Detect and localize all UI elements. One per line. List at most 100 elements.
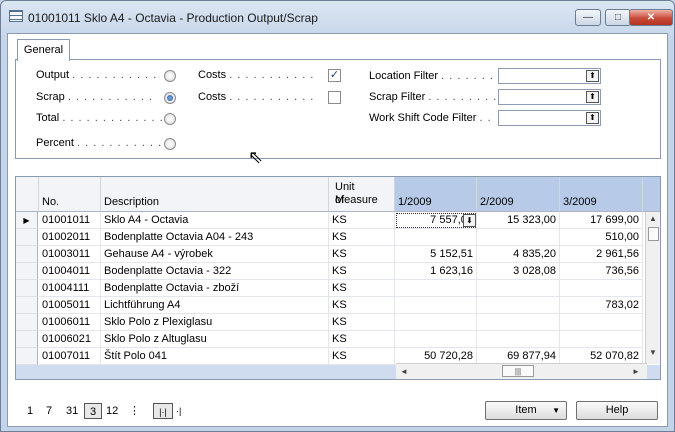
percent-radio[interactable] bbox=[164, 138, 176, 150]
row-selector[interactable] bbox=[16, 246, 38, 263]
drilldown-icon[interactable]: ⬇ bbox=[463, 214, 476, 227]
scrap-radio[interactable] bbox=[164, 92, 176, 104]
cell-desc[interactable]: Sklo Polo z Altuglasu bbox=[101, 331, 329, 348]
close-button[interactable]: ✕ bbox=[629, 9, 673, 26]
maximize-button[interactable]: □ bbox=[605, 9, 631, 26]
row-selector[interactable] bbox=[16, 297, 38, 314]
item-menu-button[interactable]: Item ▼ bbox=[485, 401, 567, 420]
cell-no[interactable]: 01006021 bbox=[39, 331, 101, 348]
cell-p2[interactable] bbox=[477, 229, 560, 246]
cell-desc[interactable]: Bodenplatte Octavia A04 - 243 bbox=[101, 229, 329, 246]
cell-p1[interactable] bbox=[395, 229, 477, 246]
cell-desc[interactable]: Sklo A4 - Octavia bbox=[101, 212, 329, 229]
column-header-period-2[interactable]: 2/2009 bbox=[477, 177, 560, 212]
cell-p1[interactable] bbox=[395, 314, 477, 331]
costs-output-checkbox[interactable]: ✓ bbox=[328, 69, 341, 82]
cell-uom[interactable]: KS bbox=[329, 331, 395, 348]
scroll-right-icon[interactable]: ► bbox=[632, 367, 640, 376]
table-row[interactable]: 01002011 Bodenplatte Octavia A04 - 243 KS 5… bbox=[16, 229, 660, 246]
period-accounting-button[interactable]: ⋮ bbox=[129, 403, 140, 419]
range-bounded-button[interactable]: |·| bbox=[153, 403, 173, 419]
row-selector[interactable] bbox=[16, 331, 38, 348]
cell-p2[interactable]: 15 323,00 bbox=[477, 212, 560, 229]
cell-p2[interactable] bbox=[477, 297, 560, 314]
cell-uom[interactable]: KS bbox=[329, 280, 395, 297]
vertical-scrollbar[interactable]: ▲ ▼ bbox=[645, 212, 660, 364]
cell-p2[interactable]: 4 835,20 bbox=[477, 246, 560, 263]
costs-scrap-checkbox[interactable] bbox=[328, 91, 341, 104]
cell-p2[interactable] bbox=[477, 314, 560, 331]
cell-desc[interactable]: Štít Polo 041 bbox=[101, 348, 329, 365]
scrap-filter-lookup-icon[interactable]: ⬆ bbox=[586, 91, 599, 103]
cell-p1[interactable] bbox=[395, 331, 477, 348]
cell-no[interactable]: 01005011 bbox=[39, 297, 101, 314]
period-year-button[interactable]: 12 bbox=[106, 403, 118, 419]
minimize-button[interactable]: — bbox=[575, 9, 601, 26]
period-week-button[interactable]: 7 bbox=[46, 403, 52, 419]
table-row[interactable]: 01003011 Gehause A4 - výrobek KS 5 152,51 4 … bbox=[16, 246, 660, 263]
row-selector[interactable] bbox=[16, 229, 38, 246]
table-row[interactable]: 01004111 Bodenplatte Octavia - zboží KS bbox=[16, 280, 660, 297]
location-filter-input[interactable]: ⬆ bbox=[498, 68, 601, 84]
table-row[interactable]: 01006021 Sklo Polo z Altuglasu KS bbox=[16, 331, 660, 348]
column-header-period-3[interactable]: 3/2009 bbox=[560, 177, 643, 212]
scroll-up-icon[interactable]: ▲ bbox=[649, 214, 657, 223]
cell-p2[interactable] bbox=[477, 331, 560, 348]
period-month-button[interactable]: 31 bbox=[66, 403, 78, 419]
cell-no[interactable]: 01007011 bbox=[39, 348, 101, 365]
location-filter-lookup-icon[interactable]: ⬆ bbox=[586, 70, 599, 82]
row-selector[interactable] bbox=[16, 280, 38, 297]
cell-p3[interactable] bbox=[560, 280, 643, 297]
cell-uom[interactable]: KS bbox=[329, 246, 395, 263]
cell-p3[interactable]: 736,56 bbox=[560, 263, 643, 280]
cell-no[interactable]: 01003011 bbox=[39, 246, 101, 263]
work-shift-filter-input[interactable]: ⬆ bbox=[498, 110, 601, 126]
table-row[interactable]: 01004011 Bodenplatte Octavia - 322 KS 1 623… bbox=[16, 263, 660, 280]
work-shift-filter-lookup-icon[interactable]: ⬆ bbox=[586, 112, 599, 124]
cell-p1[interactable]: 1 623,16 bbox=[395, 263, 477, 280]
output-radio[interactable] bbox=[164, 70, 176, 82]
cell-no[interactable]: 01006011 bbox=[39, 314, 101, 331]
range-open-button[interactable]: ·| bbox=[176, 403, 181, 419]
cell-p1[interactable]: 5 152,51 bbox=[395, 246, 477, 263]
cell-uom[interactable]: KS bbox=[329, 348, 395, 365]
cell-uom[interactable]: KS bbox=[329, 314, 395, 331]
column-header-uom[interactable]: Base Unit ofMeasure bbox=[329, 177, 395, 212]
cell-p2[interactable] bbox=[477, 280, 560, 297]
scroll-left-icon[interactable]: ◄ bbox=[400, 367, 408, 376]
cell-uom[interactable]: KS bbox=[329, 297, 395, 314]
cell-p3[interactable]: 2 961,56 bbox=[560, 246, 643, 263]
scroll-down-icon[interactable]: ▼ bbox=[649, 348, 657, 357]
cell-uom[interactable]: KS bbox=[329, 263, 395, 280]
row-selector[interactable] bbox=[16, 263, 38, 280]
column-header-no[interactable]: No. bbox=[39, 177, 101, 212]
cell-desc[interactable]: Bodenplatte Octavia - 322 bbox=[101, 263, 329, 280]
column-header-period-1[interactable]: 1/2009 bbox=[395, 177, 477, 212]
tab-general[interactable]: General bbox=[17, 39, 70, 61]
cell-p1[interactable] bbox=[395, 297, 477, 314]
cell-desc[interactable]: Bodenplatte Octavia - zboží bbox=[101, 280, 329, 297]
total-radio[interactable] bbox=[164, 113, 176, 125]
cell-p3[interactable]: 783,02 bbox=[560, 297, 643, 314]
row-selector[interactable] bbox=[16, 348, 38, 365]
cell-p3[interactable] bbox=[560, 331, 643, 348]
cell-uom[interactable]: KS bbox=[329, 229, 395, 246]
period-quarter-button[interactable]: 3 bbox=[84, 403, 102, 419]
title-bar[interactable]: 01001011 Sklo A4 - Octavia - Production … bbox=[1, 1, 674, 31]
table-row[interactable]: ▶ 01001011 Sklo A4 - Octavia KS 7 557,00 ⬇ 15 … bbox=[16, 212, 660, 229]
cell-no[interactable]: 01004111 bbox=[39, 280, 101, 297]
help-button[interactable]: Help bbox=[576, 401, 658, 420]
horizontal-scrollbar[interactable]: ◄ ||| ► bbox=[396, 363, 647, 379]
cell-no[interactable]: 01004011 bbox=[39, 263, 101, 280]
row-selector[interactable] bbox=[16, 314, 38, 331]
column-header-description[interactable]: Description bbox=[101, 177, 329, 212]
cell-uom[interactable]: KS bbox=[329, 212, 395, 229]
table-row[interactable]: 01006011 Sklo Polo z Plexiglasu KS bbox=[16, 314, 660, 331]
cell-no[interactable]: 01001011 bbox=[39, 212, 101, 229]
period-day-button[interactable]: 1 bbox=[27, 403, 33, 419]
cell-p3[interactable]: 510,00 bbox=[560, 229, 643, 246]
cell-no[interactable]: 01002011 bbox=[39, 229, 101, 246]
cell-p3[interactable] bbox=[560, 314, 643, 331]
current-row-marker-icon[interactable]: ▶ bbox=[16, 212, 38, 229]
cell-desc[interactable]: Sklo Polo z Plexiglasu bbox=[101, 314, 329, 331]
